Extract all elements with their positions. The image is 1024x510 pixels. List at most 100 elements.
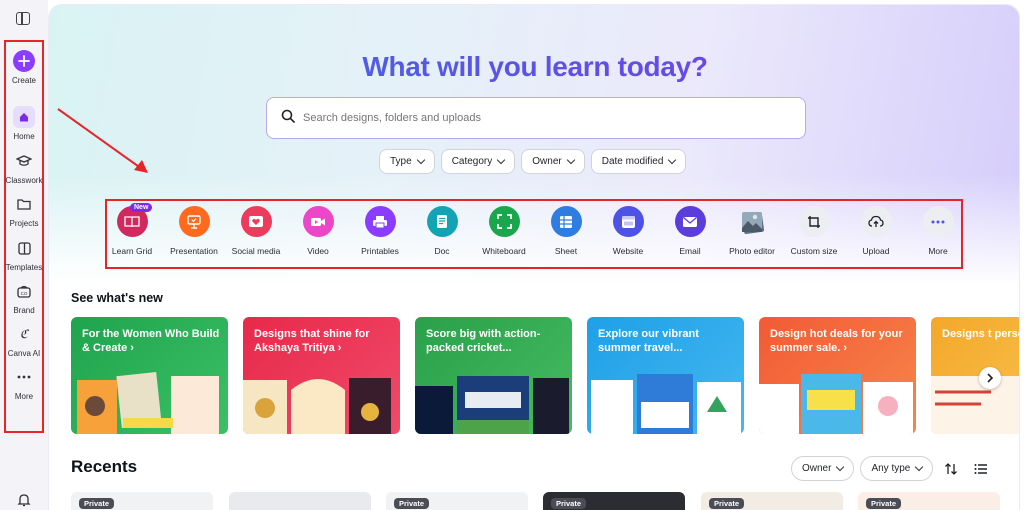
recent-design-thumbnail[interactable]: Private bbox=[386, 492, 528, 510]
design-type-label: Website bbox=[612, 246, 644, 256]
carousel-next-button[interactable] bbox=[979, 367, 1001, 389]
card-title: Design hot deals for your summer sale. › bbox=[770, 328, 903, 354]
whats-new-card[interactable]: Designs that shine for Akshaya Tritiya › bbox=[243, 317, 400, 434]
bell-icon[interactable] bbox=[16, 492, 32, 508]
photo-editor-icon bbox=[737, 206, 768, 237]
recents-type-filter[interactable]: Any type bbox=[860, 456, 934, 481]
sheet-icon bbox=[550, 206, 582, 237]
private-badge: Private bbox=[79, 498, 115, 509]
design-type-video[interactable]: Video bbox=[285, 206, 351, 256]
design-type-sheet[interactable]: Sheet bbox=[533, 206, 599, 256]
chevron-down-icon bbox=[836, 462, 845, 472]
design-type-whiteboard[interactable]: Whiteboard bbox=[471, 206, 537, 256]
card-artwork bbox=[71, 372, 228, 434]
sidebar-item-label: Projects bbox=[9, 219, 39, 228]
graduation-cap-icon bbox=[13, 150, 35, 172]
video-camera-icon bbox=[302, 206, 334, 237]
filter-label: Type bbox=[390, 156, 412, 167]
annotation-arrow bbox=[57, 108, 148, 173]
sidebar-item-label: Templates bbox=[5, 263, 43, 272]
sidebar-item-label: Classwork bbox=[5, 176, 43, 185]
more-dots-icon bbox=[13, 366, 35, 388]
design-type-website[interactable]: Website bbox=[595, 206, 661, 256]
design-type-label: Video bbox=[307, 246, 329, 256]
filter-type[interactable]: Type bbox=[379, 149, 435, 174]
whats-new-card[interactable]: Design hot deals for your summer sale. › bbox=[759, 317, 916, 434]
whats-new-card[interactable]: Score big with action-packed cricket... bbox=[415, 317, 572, 434]
design-type-email[interactable]: Email bbox=[657, 206, 723, 256]
search-input[interactable] bbox=[303, 112, 783, 124]
card-title: Explore our vibrant summer travel... bbox=[598, 328, 699, 354]
sidebar-toggle-icon[interactable] bbox=[14, 10, 32, 28]
whats-new-card[interactable]: For the Women Who Build & Create › bbox=[71, 317, 228, 434]
filter-owner[interactable]: Owner bbox=[521, 149, 585, 174]
recent-design-thumbnail[interactable]: Private bbox=[701, 492, 843, 510]
card-title: For the Women Who Build & Create › bbox=[82, 328, 220, 354]
design-type-doc[interactable]: Doc bbox=[409, 206, 475, 256]
whats-new-title: See what's new bbox=[71, 291, 163, 305]
design-type-label: Whiteboard bbox=[482, 246, 526, 256]
design-type-label: Social media bbox=[231, 246, 281, 256]
design-type-presentation[interactable]: Presentation bbox=[161, 206, 227, 256]
private-badge: Private bbox=[866, 498, 902, 509]
more-dots-icon bbox=[922, 206, 954, 237]
templates-icon bbox=[13, 237, 35, 259]
card-artwork bbox=[587, 372, 744, 434]
design-type-printables[interactable]: Printables bbox=[347, 206, 413, 256]
recent-design-thumbnail[interactable] bbox=[229, 492, 371, 510]
filter-label: Date modified bbox=[601, 156, 664, 167]
filter-label: Category bbox=[451, 156, 493, 167]
brand-icon: CO bbox=[13, 280, 35, 302]
design-type-social-media[interactable]: Social media bbox=[223, 206, 289, 256]
main-content: What will you learn today? Type Category… bbox=[48, 4, 1020, 510]
plus-icon bbox=[13, 50, 35, 72]
page-title: What will you learn today? bbox=[49, 51, 1019, 83]
whats-new-card[interactable]: Explore our vibrant summer travel... bbox=[587, 317, 744, 434]
design-type-learn-grid[interactable]: New Learn Grid bbox=[99, 203, 165, 256]
design-type-label: Printables bbox=[361, 246, 399, 256]
design-type-label: Photo editor bbox=[729, 246, 775, 256]
design-type-label: Sheet bbox=[554, 246, 578, 256]
filter-category[interactable]: Category bbox=[440, 149, 516, 174]
sidebar-item-home[interactable]: Home bbox=[0, 106, 48, 141]
custom-size-icon bbox=[798, 206, 830, 237]
design-type-label: More bbox=[928, 246, 948, 256]
recent-design-thumbnail[interactable]: Private bbox=[543, 492, 685, 510]
chevron-down-icon bbox=[416, 155, 425, 165]
filter-label: Owner bbox=[532, 156, 562, 167]
sidebar-item-more[interactable]: More bbox=[0, 366, 48, 401]
sort-icon[interactable] bbox=[939, 457, 963, 481]
search-bar[interactable] bbox=[266, 97, 806, 139]
list-view-icon[interactable] bbox=[969, 457, 993, 481]
search-icon bbox=[281, 109, 295, 128]
recent-design-thumbnail[interactable]: Private bbox=[858, 492, 1000, 510]
sidebar-item-canva-ai[interactable]: ℭ Canva AI bbox=[0, 323, 48, 358]
filter-label: Owner bbox=[802, 463, 832, 474]
email-icon bbox=[674, 206, 706, 237]
sidebar-item-label: Brand bbox=[13, 306, 35, 315]
design-type-custom-size[interactable]: Custom size bbox=[781, 206, 847, 256]
design-type-photo-editor[interactable]: Photo editor bbox=[719, 206, 785, 256]
sidebar-item-classwork[interactable]: Classwork bbox=[0, 150, 48, 185]
recents-owner-filter[interactable]: Owner bbox=[791, 456, 855, 481]
whats-new-card[interactable]: Designs t personal bbox=[931, 317, 1019, 434]
sidebar-item-brand[interactable]: CO Brand bbox=[0, 280, 48, 315]
chevron-down-icon bbox=[668, 155, 677, 165]
filter-date-modified[interactable]: Date modified bbox=[590, 149, 687, 174]
sidebar-item-create[interactable]: Create bbox=[0, 50, 48, 85]
recent-design-thumbnail[interactable]: Private bbox=[71, 492, 213, 510]
design-type-upload[interactable]: Upload bbox=[843, 206, 909, 256]
design-type-label: Doc bbox=[434, 246, 450, 256]
private-badge: Private bbox=[394, 498, 430, 509]
website-icon bbox=[612, 206, 644, 237]
sidebar-item-projects[interactable]: Projects bbox=[0, 193, 48, 228]
design-type-more[interactable]: More bbox=[905, 206, 971, 256]
card-artwork bbox=[931, 372, 1019, 434]
design-type-label: Email bbox=[679, 246, 701, 256]
svg-text:CO: CO bbox=[21, 291, 28, 296]
card-title: Designs that shine for Akshaya Tritiya › bbox=[254, 328, 370, 354]
sidebar-item-templates[interactable]: Templates bbox=[0, 237, 48, 272]
chevron-down-icon bbox=[915, 462, 924, 472]
filter-label: Any type bbox=[871, 463, 911, 474]
sidebar-item-label: Home bbox=[13, 132, 35, 141]
